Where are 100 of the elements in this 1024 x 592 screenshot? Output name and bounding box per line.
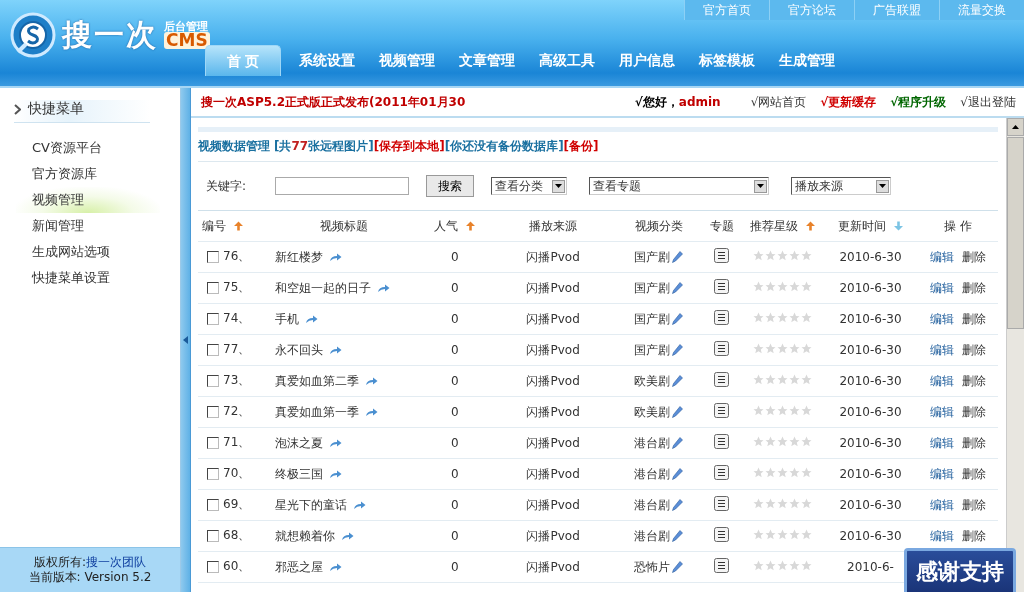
pencil-icon[interactable] [672,375,684,387]
action-link[interactable]: 删除 [962,465,987,483]
star-rating[interactable] [752,560,812,571]
action-link[interactable]: 删除 [962,496,987,514]
video-title-link[interactable]: 星光下的童话 [274,496,347,514]
row-checkbox[interactable] [207,281,219,294]
action-link[interactable]: 删除 [962,372,987,390]
pencil-icon[interactable] [672,468,684,480]
star-icon[interactable] [788,498,800,509]
filter-dropdown[interactable]: 查看分类 [491,177,567,195]
star-icon[interactable] [752,498,764,509]
star-icon[interactable] [800,405,812,416]
search-button[interactable]: 搜索 [426,175,474,197]
star-icon[interactable] [800,374,812,385]
star-icon[interactable] [764,467,776,478]
pencil-icon[interactable] [672,561,684,573]
action-link[interactable]: 编辑 [930,496,955,514]
category-link[interactable]: 恐怖片 [634,558,671,576]
action-link[interactable]: 删除 [962,341,987,359]
row-checkbox[interactable] [207,436,219,449]
action-link[interactable]: 编辑 [930,310,955,328]
star-icon[interactable] [788,343,800,354]
pencil-icon[interactable] [672,282,684,294]
panel-link[interactable]: [保存到本地] [373,138,445,155]
scrollbar[interactable] [1006,118,1024,592]
star-icon[interactable] [764,405,776,416]
header-link[interactable]: √程序升级 [890,93,947,111]
star-icon[interactable] [776,312,788,323]
sidebar-item[interactable]: CV资源平台 [16,135,160,161]
star-rating[interactable] [752,405,812,416]
row-checkbox[interactable] [207,250,219,263]
action-link[interactable]: 删除 [962,279,987,297]
star-icon[interactable] [800,467,812,478]
row-checkbox[interactable] [207,405,219,418]
share-arrow-icon[interactable] [328,252,342,262]
team-link[interactable]: 搜一次团队 [86,555,146,570]
category-link[interactable]: 港台剧 [634,465,671,483]
star-icon[interactable] [764,436,776,447]
share-arrow-icon[interactable] [364,407,378,417]
star-icon[interactable] [752,343,764,354]
star-rating[interactable] [752,343,812,354]
share-arrow-icon[interactable] [328,438,342,448]
star-rating[interactable] [752,250,812,261]
sidebar-item[interactable]: 官方资源库 [16,161,160,187]
action-link[interactable]: 编辑 [930,248,955,266]
star-icon[interactable] [788,250,800,261]
star-icon[interactable] [788,560,800,571]
collapse-bar[interactable] [181,88,191,592]
star-icon[interactable] [764,312,776,323]
header-link[interactable]: √更新缓存 [820,93,877,111]
action-link[interactable]: 编辑 [930,465,955,483]
star-rating[interactable] [752,281,812,292]
row-checkbox[interactable] [207,529,219,542]
video-title-link[interactable]: 邪恶之屋 [274,558,323,576]
document-icon[interactable] [714,434,730,449]
star-icon[interactable] [776,405,788,416]
sort-down-icon[interactable] [893,221,903,231]
action-link[interactable]: 删除 [962,403,987,421]
pencil-icon[interactable] [672,251,684,263]
panel-link[interactable]: [备份] [563,138,599,155]
video-title-link[interactable]: 真爱如血第一季 [274,403,359,421]
video-title-link[interactable]: 手机 [274,310,299,328]
star-icon[interactable] [776,560,788,571]
star-icon[interactable] [764,560,776,571]
share-arrow-icon[interactable] [328,345,342,355]
star-icon[interactable] [788,529,800,540]
sidebar-item[interactable]: 视频管理 [16,187,160,213]
action-link[interactable]: 删除 [962,248,987,266]
star-icon[interactable] [764,374,776,385]
star-rating[interactable] [752,467,812,478]
pencil-icon[interactable] [672,530,684,542]
video-title-link[interactable]: 永不回头 [274,341,323,359]
action-link[interactable]: 编辑 [930,403,955,421]
action-link[interactable]: 删除 [962,434,987,452]
panel-link[interactable]: [共77张远程图片] [274,138,374,155]
category-link[interactable]: 国产剧 [634,310,671,328]
star-icon[interactable] [800,250,812,261]
star-icon[interactable] [776,436,788,447]
document-icon[interactable] [714,496,730,511]
sidebar-item[interactable]: 快捷菜单设置 [16,265,160,291]
pencil-icon[interactable] [672,313,684,325]
action-link[interactable]: 编辑 [930,372,955,390]
row-checkbox[interactable] [207,374,219,387]
star-icon[interactable] [752,312,764,323]
star-icon[interactable] [776,467,788,478]
pencil-icon[interactable] [672,406,684,418]
sidebar-item[interactable]: 新闻管理 [16,213,160,239]
document-icon[interactable] [714,465,730,480]
star-icon[interactable] [752,467,764,478]
star-icon[interactable] [776,250,788,261]
action-link[interactable]: 删除 [962,310,987,328]
star-icon[interactable] [788,312,800,323]
row-checkbox[interactable] [207,560,219,573]
category-link[interactable]: 港台剧 [634,527,671,545]
star-icon[interactable] [752,250,764,261]
star-rating[interactable] [752,374,812,385]
star-icon[interactable] [752,436,764,447]
action-link[interactable]: 编辑 [930,527,955,545]
star-icon[interactable] [752,405,764,416]
category-link[interactable]: 国产剧 [634,341,671,359]
